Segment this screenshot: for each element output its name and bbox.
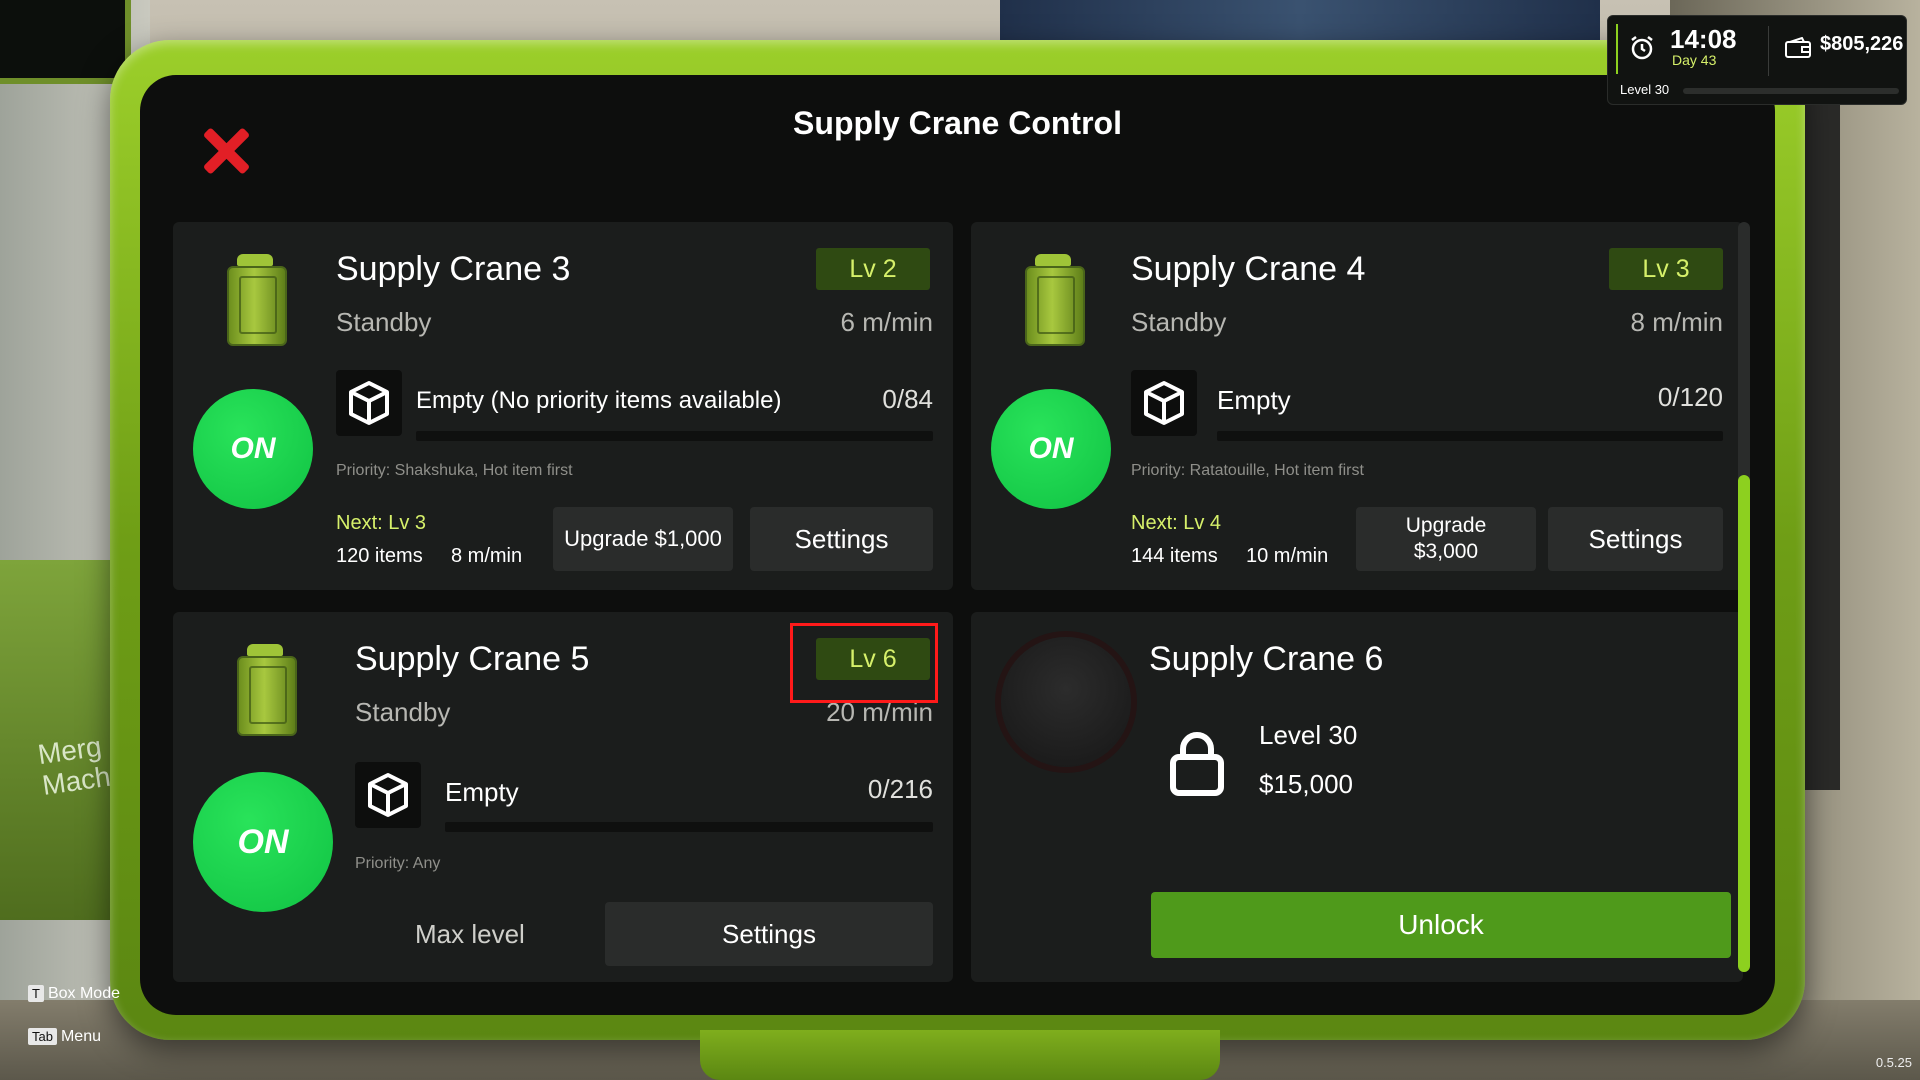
menu-label: Menu [60, 1028, 101, 1045]
xp-progress-bar [1683, 88, 1899, 94]
upgrade-button[interactable]: Upgrade $1,000 [553, 507, 733, 571]
capacity-progress-bar [1217, 431, 1723, 441]
power-toggle-button[interactable]: ON [193, 389, 313, 509]
unlock-price: $15,000 [1259, 769, 1353, 799]
money-balance: $805,226 [1820, 33, 1904, 55]
scroll-thumb[interactable] [1738, 475, 1750, 972]
player-level: Level 30 [1620, 82, 1670, 97]
capacity-progress-bar [445, 822, 933, 832]
lock-icon [1170, 732, 1224, 796]
upgrade-price: $3,000 [1413, 540, 1479, 563]
scrollbar[interactable] [1738, 222, 1750, 972]
version-label: 0.5.25 [1875, 1055, 1912, 1070]
max-level-label: Max level [415, 919, 525, 949]
crane-card-3: Supply Crane 3 Lv 2 Standby 6 m/min ON E… [173, 222, 953, 590]
crane-name: Supply Crane 5 [355, 640, 590, 678]
next-level-label: Next: Lv 3 [336, 512, 427, 534]
background-screen [0, 0, 131, 84]
item-status: Empty (No priority items available) [416, 387, 782, 414]
level-badge: Lv 3 [1609, 248, 1723, 290]
settings-button[interactable]: Settings [1548, 507, 1723, 571]
upgrade-label: Upgrade [1405, 514, 1487, 537]
box-icon [355, 762, 421, 828]
key-tab: Tab [28, 1028, 57, 1046]
capacity-progress-bar [416, 431, 933, 441]
crane-grid: Supply Crane 3 Lv 2 Standby 6 m/min ON E… [173, 222, 1743, 1012]
disabled-power-button [1001, 637, 1131, 767]
crane-status: Standby [336, 307, 432, 337]
page-title: Supply Crane Control [793, 105, 1122, 141]
settings-button[interactable]: Settings [605, 902, 933, 966]
item-status: Empty [445, 777, 519, 807]
upgrade-button[interactable]: Upgrade $3,000 [1356, 507, 1536, 571]
settings-button[interactable]: Settings [750, 507, 933, 571]
game-day: Day 43 [1672, 52, 1717, 68]
next-level-label: Next: Lv 4 [1131, 512, 1222, 534]
required-level: Level 30 [1259, 720, 1358, 750]
crane-speed: 6 m/min [840, 307, 933, 337]
crane-card-6-locked: Supply Crane 6 Level 30 $15,000 Unlock [971, 612, 1743, 982]
menu-hint: Tab Menu [28, 1028, 101, 1046]
crane-card-4: Supply Crane 4 Lv 3 Standby 8 m/min ON E… [971, 222, 1743, 590]
background-machine-label: Merg Machi [35, 730, 119, 801]
power-toggle-button[interactable]: ON [991, 389, 1111, 509]
priority-text: Priority: Shakshuka, Hot item first [336, 462, 573, 479]
wallet-icon [1785, 37, 1811, 58]
box-icon [336, 370, 402, 436]
crane-status: Standby [1131, 307, 1227, 337]
crane-control-screen: Supply Crane Control Supply Crane 3 Lv 2… [140, 75, 1775, 1015]
crane-name: Supply Crane 4 [1131, 250, 1366, 288]
box-icon [1131, 370, 1197, 436]
level-badge: Lv 2 [816, 248, 930, 290]
crane-speed: 8 m/min [1630, 307, 1723, 337]
hud-separator [1768, 26, 1769, 76]
box-mode-hint: T Box Mode [28, 985, 120, 1003]
priority-text: Priority: Any [355, 855, 441, 872]
next-items: 144 items [1131, 545, 1218, 567]
next-items: 120 items [336, 545, 423, 567]
highlight-annotation [790, 623, 938, 703]
box-mode-label: Box Mode [47, 985, 120, 1002]
power-toggle-button[interactable]: ON [193, 772, 333, 912]
hud-accent-bar [1616, 24, 1618, 74]
next-speed: 10 m/min [1246, 545, 1329, 567]
next-speed: 8 m/min [451, 545, 523, 567]
crane-name: Supply Crane 3 [336, 250, 571, 288]
crane-icon [1023, 254, 1085, 346]
item-status: Empty [1217, 385, 1291, 415]
terminal-stand [700, 1030, 1220, 1080]
key-t: T [28, 985, 44, 1003]
crane-icon [235, 644, 297, 736]
item-count: 0/120 [1657, 382, 1723, 412]
crane-icon [225, 254, 287, 346]
crane-name: Supply Crane 6 [1149, 640, 1384, 678]
item-count: 0/84 [882, 384, 933, 414]
crane-status: Standby [355, 697, 451, 727]
game-time: 14:08 [1670, 24, 1737, 54]
player-hud: 14:08 Day 43 $805,226 Level 30 [1607, 15, 1907, 105]
priority-text: Priority: Ratatouille, Hot item first [1131, 462, 1364, 479]
clock-icon [1631, 36, 1653, 60]
unlock-button[interactable]: Unlock [1151, 892, 1731, 958]
item-count: 0/216 [867, 774, 933, 804]
